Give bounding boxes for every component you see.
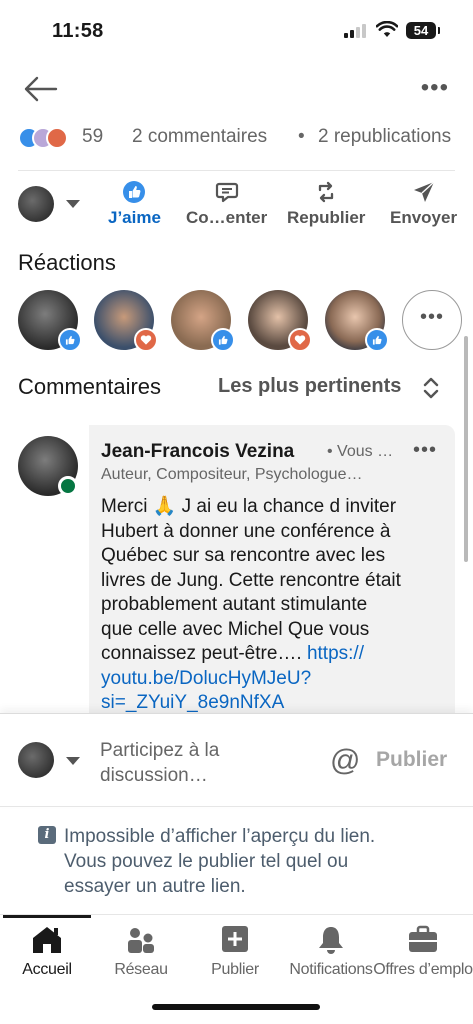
more-reactors-button[interactable]: ••• (402, 290, 462, 350)
cellular-signal-icon (344, 24, 366, 38)
reactions-heading: Réactions (18, 250, 116, 275)
comment-sort-selector[interactable]: Les plus pertinents (218, 375, 401, 398)
reactors-list: ••• (0, 290, 473, 352)
reactor-avatar[interactable] (94, 290, 158, 352)
tab-notifications-label: Notifications (289, 961, 373, 978)
composer-avatar[interactable] (18, 742, 54, 778)
sort-toggle-icon[interactable] (421, 375, 441, 401)
link-preview-notice: Impossible d’afficher l’aperçu du lien. … (64, 826, 376, 897)
stats-separator: • (298, 126, 305, 147)
post-plus-icon (222, 926, 248, 952)
bell-icon (319, 927, 343, 954)
repost-count[interactable]: 2 republications (318, 126, 451, 148)
commenter-tag: • Vous … (327, 443, 394, 460)
home-icon (33, 927, 61, 953)
love-badge-icon (288, 328, 312, 352)
tab-network[interactable]: Réseau (91, 923, 191, 979)
more-options-icon[interactable]: ••• (421, 76, 449, 100)
info-icon: i (38, 826, 56, 844)
divider (18, 170, 455, 171)
like-badge-icon (211, 328, 235, 352)
comment-input[interactable]: Participez à la discussion… (100, 738, 320, 788)
chevron-down-icon[interactable] (66, 757, 80, 765)
reactor-avatar[interactable] (325, 290, 389, 352)
send-icon (413, 181, 435, 202)
comment-body: Merci 🙏 J ai eu la chance d inviter Hube… (101, 496, 401, 664)
repost-button[interactable]: Republier (287, 178, 365, 228)
battery-indicator: 54 (406, 22, 440, 39)
reactor-avatar[interactable] (18, 290, 82, 352)
thumbs-up-icon (123, 181, 146, 203)
top-navigation: ••• (0, 60, 473, 120)
comment-label: Co…enter (186, 208, 268, 227)
love-badge-icon (134, 328, 158, 352)
commenter-headline: Auteur, Compositeur, Psychologue… (101, 466, 363, 483)
comment-more-options-icon[interactable]: ••• (413, 439, 437, 462)
briefcase-icon (409, 925, 437, 952)
tab-network-label: Réseau (114, 961, 168, 978)
like-label: J’aime (108, 208, 161, 227)
comment-count[interactable]: 2 commentaires (132, 126, 267, 148)
status-time: 11:58 (52, 20, 104, 42)
comment-text: Merci 🙏 J ai eu la chance d inviter Hube… (101, 495, 441, 716)
home-indicator[interactable] (152, 1004, 320, 1010)
comment-bubble-icon (215, 182, 238, 203)
tab-home[interactable]: Accueil (0, 923, 97, 979)
reaction-count[interactable]: 59 (82, 126, 103, 148)
actor-avatar[interactable] (18, 186, 54, 222)
comment-button[interactable]: Co…enter (186, 178, 267, 228)
scrollbar[interactable] (464, 336, 468, 562)
send-button[interactable]: Envoyer (390, 178, 457, 228)
repost-icon (319, 181, 334, 203)
reactor-avatar[interactable] (171, 290, 235, 352)
back-arrow-icon[interactable] (22, 74, 58, 104)
like-badge-icon (58, 328, 82, 352)
like-badge-icon (365, 328, 389, 352)
status-bar: 11:58 54 (0, 0, 473, 58)
comments-heading: Commentaires (18, 374, 162, 399)
active-tab-indicator (3, 915, 91, 918)
tab-post[interactable]: Publier (185, 923, 285, 979)
reaction-type-icons[interactable] (18, 127, 78, 149)
wifi-icon (376, 21, 398, 37)
send-label: Envoyer (390, 208, 458, 227)
comment-bubble: Jean-Francois Vezina • Vous … ••• Auteur… (89, 425, 455, 725)
tab-jobs-label: Offres d’emplo (373, 961, 473, 978)
chevron-down-icon[interactable] (66, 200, 80, 208)
online-status-indicator (58, 476, 78, 496)
commenter-name[interactable]: Jean-Francois Vezina (101, 441, 294, 463)
network-icon (128, 928, 154, 953)
post-stats: 59 2 commentaires • 2 republications (18, 124, 473, 152)
publish-button[interactable]: Publier (376, 748, 447, 772)
mention-icon[interactable]: @ (330, 744, 360, 778)
tab-post-label: Publier (211, 961, 259, 978)
like-button[interactable]: J’aime (108, 178, 161, 228)
comment-composer: Participez à la discussion… @ Publier (0, 713, 473, 807)
tab-notifications[interactable]: Notifications (281, 923, 381, 979)
reactor-avatar[interactable] (248, 290, 312, 352)
divider (0, 806, 473, 807)
tab-jobs[interactable]: Offres d’emplo (373, 923, 473, 979)
repost-label: Republier (287, 208, 366, 227)
love-reaction-icon (46, 127, 68, 149)
tab-home-label: Accueil (22, 961, 72, 978)
post-action-bar: J’aime Co…enter Republier Envoyer (0, 178, 473, 230)
